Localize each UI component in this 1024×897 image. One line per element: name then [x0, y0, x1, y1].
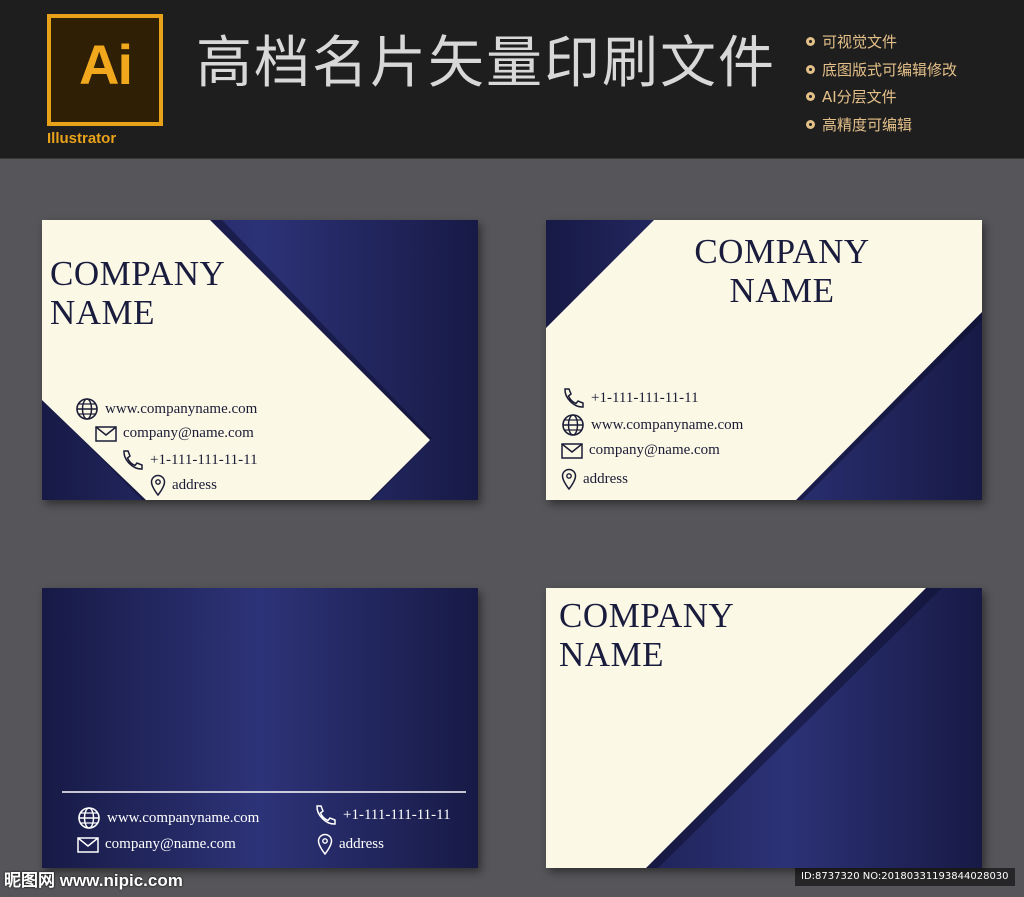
- address-row: address: [150, 474, 217, 496]
- bullet-icon: [806, 64, 815, 74]
- address-text: address: [583, 470, 628, 487]
- location-pin-icon: [317, 833, 333, 855]
- phone-text: +1-111-111-11-11: [343, 806, 451, 823]
- banner-title: 高档名片矢量印刷文件: [196, 31, 776, 96]
- header-banner: Ai Illustrator 高档名片矢量印刷文件 可视觉文件 底图版式可编辑修…: [0, 0, 1024, 159]
- phone-row: +1-111-111-11-11: [313, 804, 451, 826]
- phone-row: +1-111-111-11-11: [561, 387, 699, 409]
- website-row: www.companyname.com: [561, 413, 743, 437]
- bullet-icon: [806, 92, 815, 102]
- email-row: company@name.com: [77, 836, 236, 853]
- feature-list: 可视觉文件 底图版式可编辑修改 AI分层文件 高精度可编辑: [806, 28, 957, 138]
- envelope-icon: [77, 836, 99, 853]
- location-pin-icon: [150, 474, 166, 496]
- feature-item: AI分层文件: [806, 83, 957, 111]
- illustrator-logo: Ai: [47, 14, 163, 126]
- company-name: COMPANY NAME: [694, 232, 870, 310]
- phone-row: +1-111-111-11-11: [120, 449, 258, 471]
- company-name: COMPANY NAME: [559, 596, 735, 674]
- business-card-front-2: COMPANY NAME +1-111-111-11-11 www.compan…: [546, 220, 982, 500]
- phone-icon: [564, 388, 584, 408]
- feature-item: 可视觉文件: [806, 28, 957, 56]
- email-text: company@name.com: [105, 836, 236, 852]
- feature-item: 高精度可编辑: [806, 111, 957, 139]
- address-text: address: [339, 835, 384, 852]
- phone-icon: [316, 805, 336, 825]
- business-card-back: www.companyname.com company@name.com +1-…: [42, 588, 478, 868]
- watermark: 昵图网 www.nipic.com: [4, 871, 183, 890]
- feature-label: 可视觉文件: [822, 33, 898, 52]
- image-id: ID:8737320 NO:20180331193844028030: [795, 868, 1015, 886]
- feature-label: AI分层文件: [822, 88, 897, 107]
- logo-caption: Illustrator: [47, 130, 117, 147]
- website-text: www.companyname.com: [591, 416, 744, 433]
- phone-icon: [123, 450, 143, 470]
- website-text: www.companyname.com: [107, 809, 260, 826]
- website-text: www.companyname.com: [105, 400, 258, 417]
- address-row: address: [561, 468, 628, 490]
- bullet-icon: [806, 119, 815, 129]
- email-text: company@name.com: [123, 425, 254, 441]
- company-name: COMPANY NAME: [50, 254, 226, 332]
- envelope-icon: [95, 425, 117, 442]
- globe-icon: [76, 398, 98, 420]
- envelope-icon: [561, 442, 583, 459]
- feature-item: 底图版式可编辑修改: [806, 56, 957, 84]
- globe-icon: [78, 807, 100, 829]
- logo-text: Ai: [79, 33, 133, 96]
- phone-text: +1-111-111-11-11: [591, 389, 699, 406]
- globe-icon: [562, 414, 584, 436]
- email-row: company@name.com: [95, 425, 254, 442]
- feature-label: 底图版式可编辑修改: [822, 60, 958, 79]
- business-card-front-1: COMPANY NAME www.companyname.com company…: [42, 220, 478, 500]
- location-pin-icon: [561, 468, 577, 490]
- website-row: www.companyname.com: [77, 806, 259, 830]
- website-row: www.companyname.com: [75, 397, 257, 421]
- phone-text: +1-111-111-11-11: [150, 451, 258, 468]
- address-text: address: [172, 476, 217, 493]
- business-card-front-3: COMPANY NAME: [546, 588, 982, 868]
- email-text: company@name.com: [589, 442, 720, 458]
- bullet-icon: [806, 37, 815, 47]
- email-row: company@name.com: [561, 442, 720, 459]
- address-row: address: [317, 833, 384, 855]
- feature-label: 高精度可编辑: [822, 115, 913, 134]
